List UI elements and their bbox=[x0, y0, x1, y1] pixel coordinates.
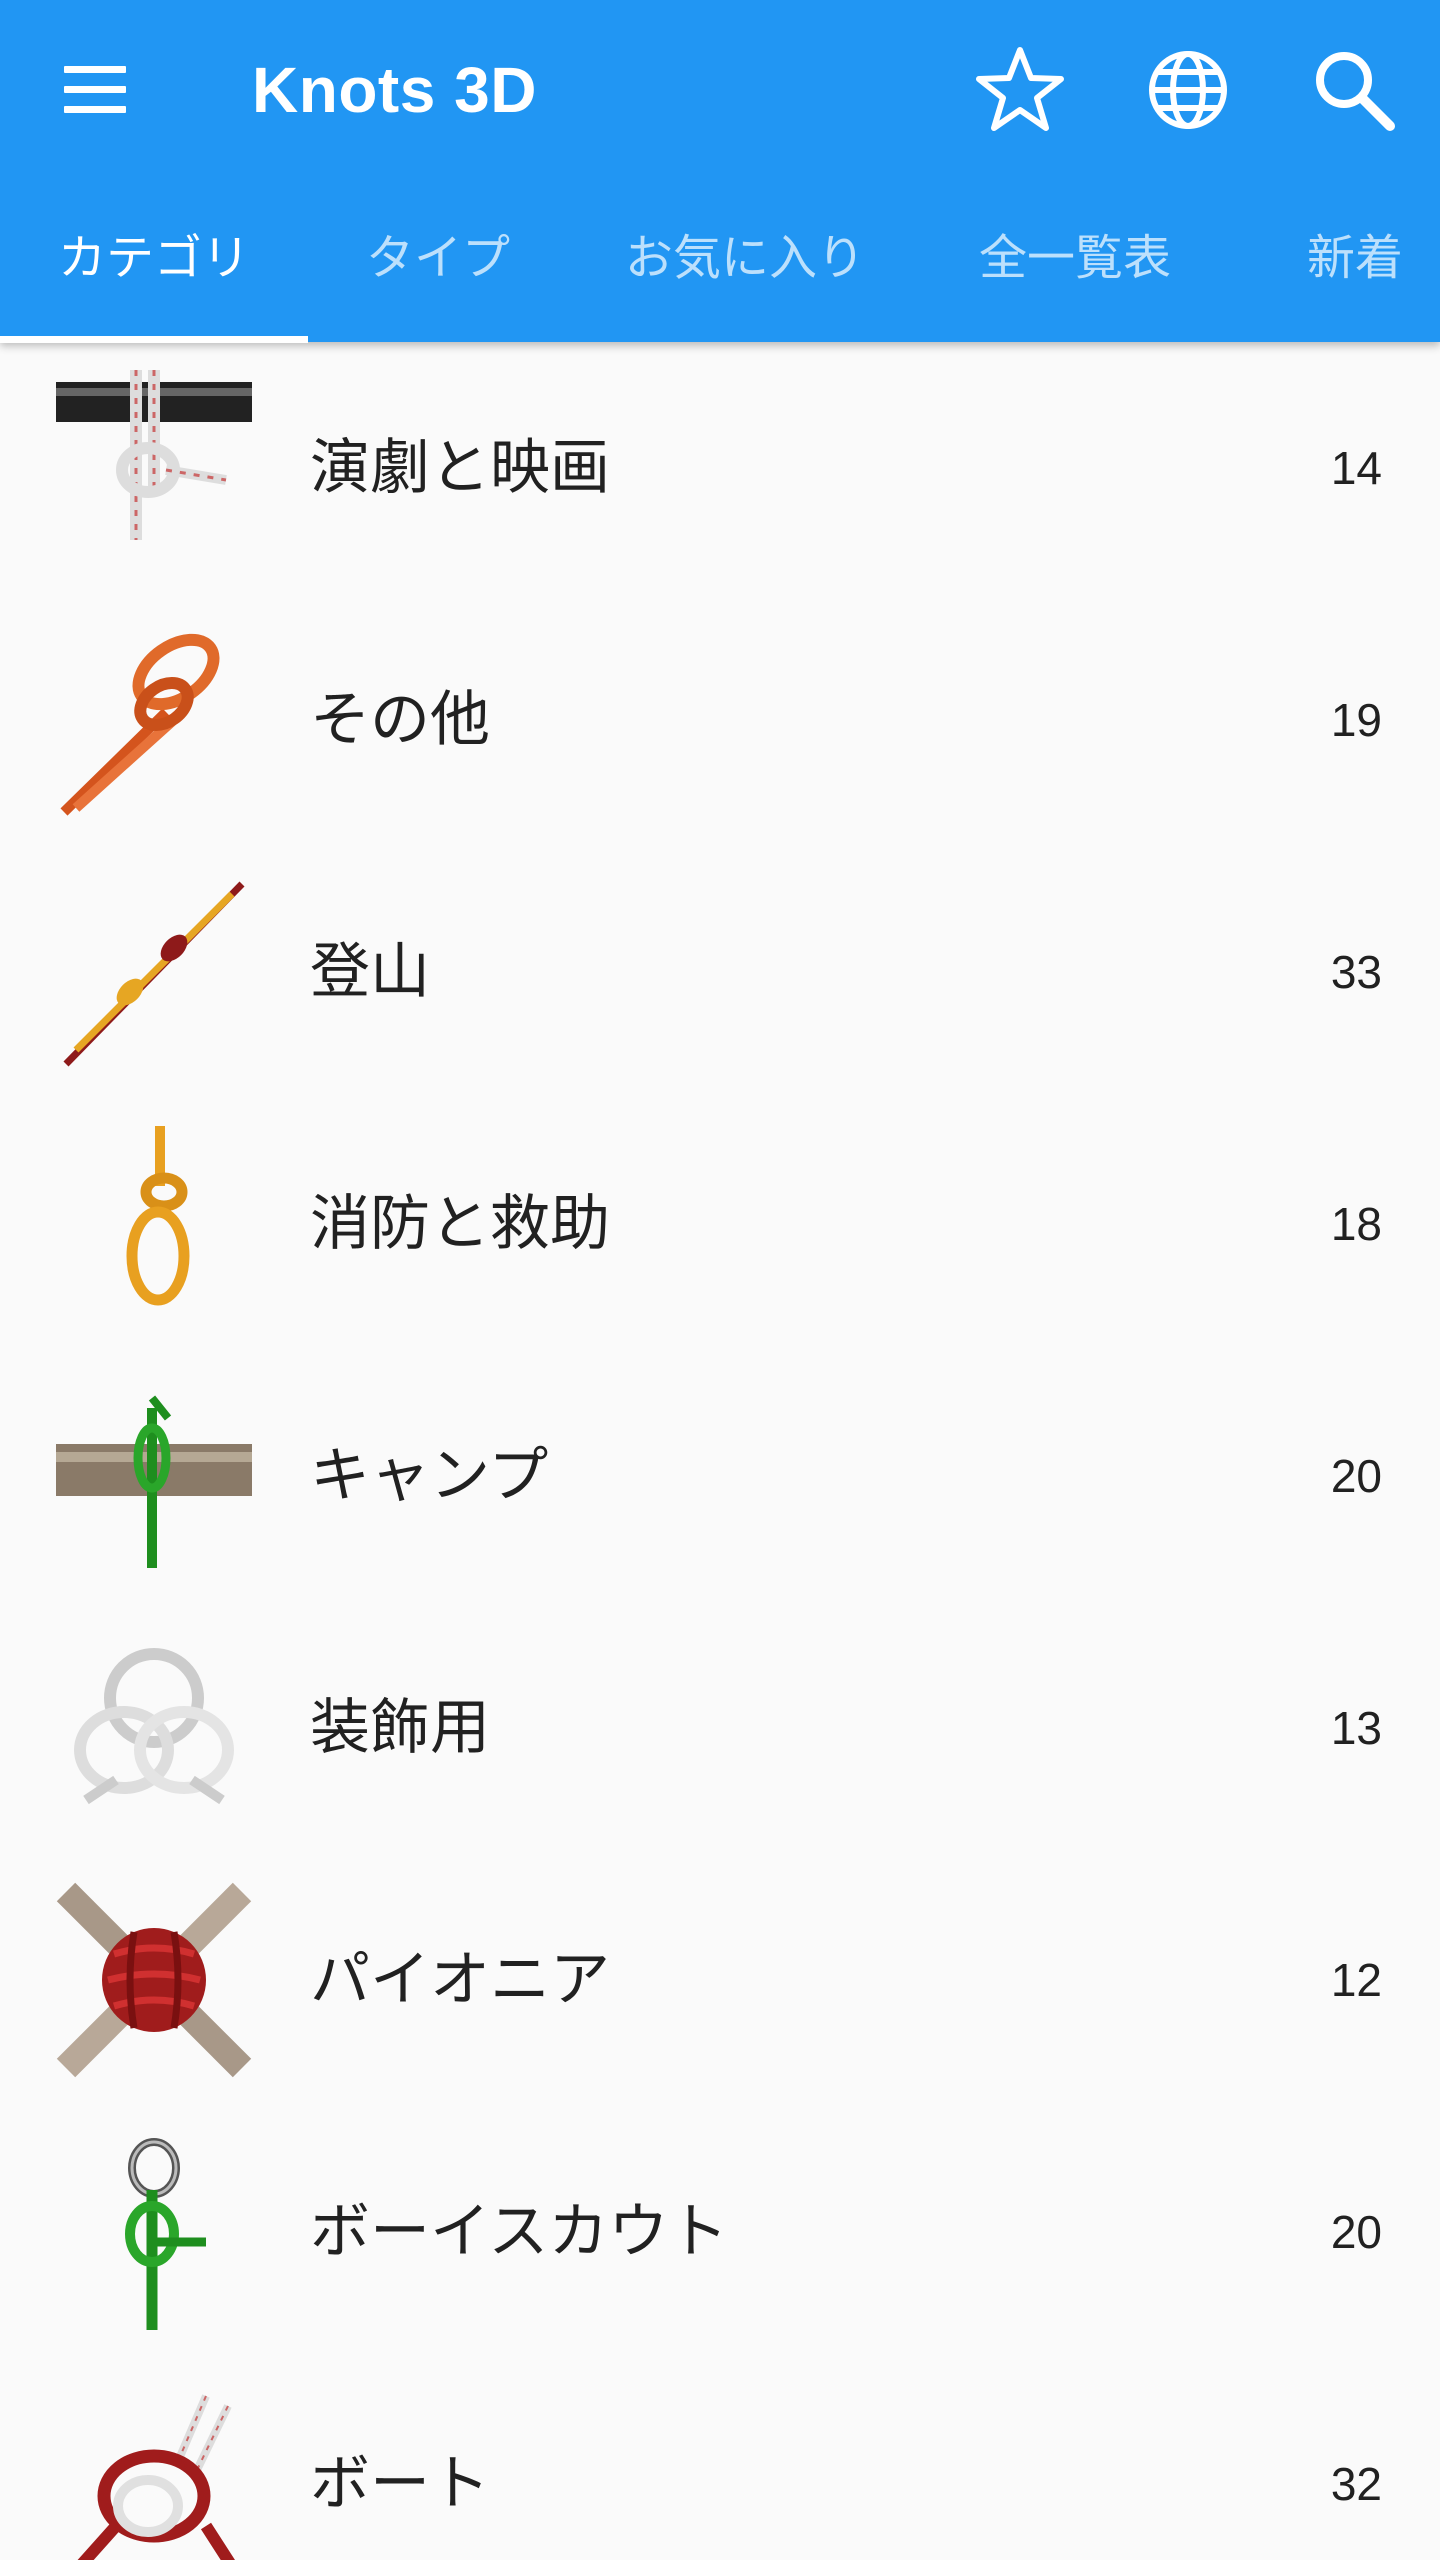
category-label: 装飾用 bbox=[310, 1693, 490, 1763]
list-item-scouting[interactable]: ボーイスカウト 20 bbox=[0, 2106, 1440, 2358]
globe-icon[interactable] bbox=[1138, 40, 1238, 140]
category-count: 20 bbox=[1330, 1450, 1382, 1502]
list-item-decorative[interactable]: 装飾用 13 bbox=[0, 1602, 1440, 1854]
list-item-theater[interactable]: 演劇と映画 14 bbox=[0, 342, 1440, 594]
list-item-camping[interactable]: キャンプ 20 bbox=[0, 1350, 1440, 1602]
pioneering-knot-thumbnail bbox=[56, 1882, 252, 2078]
camping-knot-thumbnail bbox=[56, 1378, 252, 1574]
menu-icon[interactable] bbox=[62, 66, 132, 114]
list-item-rescue[interactable]: 消防と救助 18 bbox=[0, 1098, 1440, 1350]
tab-bar: カテゴリ タイプ お気に入り 全一覧表 新着 bbox=[0, 180, 1440, 343]
category-count: 20 bbox=[1330, 2206, 1382, 2258]
category-label: パイオニア bbox=[310, 1945, 610, 2015]
list-item-other[interactable]: その他 19 bbox=[0, 594, 1440, 846]
category-label: ボーイスカウト bbox=[310, 2197, 729, 2267]
theater-knot-thumbnail bbox=[56, 370, 252, 566]
category-label: その他 bbox=[310, 685, 490, 755]
category-count: 33 bbox=[1330, 946, 1382, 998]
tab-categories[interactable]: カテゴリ bbox=[0, 180, 308, 336]
category-label: 登山 bbox=[310, 937, 430, 1007]
category-count: 14 bbox=[1330, 442, 1382, 494]
scouting-knot-thumbnail bbox=[56, 2134, 252, 2330]
toolbar: Knots 3D bbox=[0, 0, 1440, 180]
app-bar: Knots 3D カテゴリ タイプ お気に入り 全一覧表 新着 bbox=[0, 0, 1440, 343]
category-label: 演劇と映画 bbox=[310, 433, 610, 503]
climbing-knot-thumbnail bbox=[56, 874, 252, 1070]
tab-indicator bbox=[0, 336, 308, 343]
boating-knot-thumbnail bbox=[56, 2386, 252, 2560]
category-count: 13 bbox=[1330, 1702, 1382, 1754]
other-knot-thumbnail bbox=[56, 622, 252, 818]
tab-new[interactable]: 新着 bbox=[1270, 180, 1440, 336]
category-count: 19 bbox=[1330, 694, 1382, 746]
category-count: 18 bbox=[1330, 1198, 1382, 1250]
rescue-knot-thumbnail bbox=[56, 1126, 252, 1322]
star-icon[interactable] bbox=[970, 40, 1070, 140]
category-count: 32 bbox=[1330, 2458, 1382, 2510]
category-count: 12 bbox=[1330, 1954, 1382, 2006]
tab-all-list[interactable]: 全一覧表 bbox=[930, 180, 1220, 336]
list-item-boating[interactable]: ボート 32 bbox=[0, 2358, 1440, 2560]
app-title: Knots 3D bbox=[252, 54, 537, 126]
tab-favorites[interactable]: お気に入り bbox=[590, 180, 900, 336]
category-label: ボート bbox=[310, 2449, 490, 2519]
category-label: キャンプ bbox=[310, 1441, 549, 1511]
tab-types[interactable]: タイプ bbox=[308, 180, 568, 336]
list-item-climbing[interactable]: 登山 33 bbox=[0, 846, 1440, 1098]
category-label: 消防と救助 bbox=[310, 1189, 610, 1259]
decorative-knot-thumbnail bbox=[56, 1630, 252, 1826]
search-icon[interactable] bbox=[1304, 40, 1404, 140]
list-item-pioneering[interactable]: パイオニア 12 bbox=[0, 1854, 1440, 2106]
